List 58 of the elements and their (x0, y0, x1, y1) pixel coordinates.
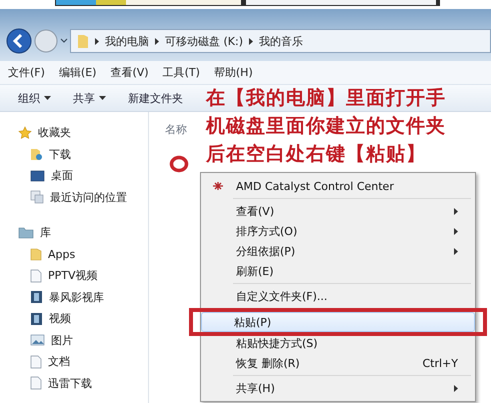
menu-item[interactable]: 查看(V) (203, 201, 473, 221)
folder-icon (30, 247, 42, 262)
address-bar[interactable]: 我的电脑 可移动磁盘 (K:) 我的音乐 (70, 29, 491, 53)
nav-item[interactable]: 图片 (18, 330, 148, 351)
annotation-text: 后在空白处右键【粘贴】 (206, 142, 427, 167)
toolbar-button[interactable]: 新建文件夹 (128, 90, 183, 106)
toolbar-button[interactable]: 组织 (18, 90, 51, 106)
menu-item[interactable]: 排序方式(O) (203, 221, 473, 241)
star-icon (18, 126, 32, 140)
menu-item[interactable]: 工具(T) (162, 65, 200, 80)
menu-item[interactable]: AMD Catalyst Control Center (203, 176, 473, 196)
menu-item[interactable]: 编辑(E) (58, 65, 96, 80)
nav-item[interactable]: 最近访问的位置 (18, 186, 148, 208)
recent-places-icon (30, 190, 44, 204)
nav-item[interactable]: 暴风影视库 (18, 286, 148, 308)
menu-item[interactable]: 共享(H) (203, 378, 473, 398)
annotation-text: 机磁盘里面你建立的文件夹 (206, 114, 446, 139)
folder-icon (77, 33, 89, 49)
download-folder-icon (30, 147, 43, 162)
chevron-icon (249, 38, 253, 44)
desktop-icon (30, 170, 45, 182)
nav-item[interactable]: 迅雷下载 (18, 372, 148, 394)
annotation-text: 在【我的电脑】里面打开手 (206, 86, 446, 111)
nav-item[interactable]: 下载 (18, 144, 148, 165)
menu-item[interactable]: 恢复 删除(R) Ctrl+Y (203, 353, 473, 373)
menu-item[interactable]: 粘贴(P) (201, 312, 475, 332)
menu-item[interactable]: 刷新(E) (203, 261, 473, 281)
circle-mark (169, 155, 189, 173)
nav-item[interactable]: 桌面 (18, 165, 148, 186)
menu-item[interactable]: 自定义文件夹(F)... (203, 286, 473, 306)
nav-item[interactable]: 视频 (18, 308, 148, 330)
back-button[interactable] (6, 28, 32, 54)
folder-icon (18, 226, 34, 240)
menu-item[interactable]: 文件(F) (8, 65, 45, 80)
amd-icon (212, 181, 224, 191)
image-icon (30, 334, 45, 346)
shortcut-text: Ctrl+Y (422, 356, 458, 370)
breadcrumb[interactable]: 我的电脑 (105, 34, 149, 48)
column-header[interactable]: 名称 (165, 123, 187, 136)
menu-item[interactable]: 查看(V) (110, 65, 149, 80)
nav-item[interactable]: Apps (18, 244, 148, 265)
nav-group[interactable]: 库 (18, 222, 148, 244)
menu-item[interactable]: 粘贴快捷方式(S) (203, 333, 473, 353)
document-icon (30, 354, 42, 369)
menu-item[interactable]: 分组依据(P) (203, 241, 473, 261)
breadcrumb[interactable]: 可移动磁盘 (K:) (165, 34, 243, 48)
document-icon (30, 376, 42, 390)
breadcrumb[interactable]: 我的音乐 (259, 34, 303, 48)
film-icon (30, 290, 43, 304)
chevron-icon (95, 38, 99, 44)
nav-group[interactable]: 收藏夹 (18, 122, 148, 144)
film-icon (30, 312, 43, 326)
nav-item[interactable]: PPTV视频 (18, 265, 148, 286)
menu-item[interactable]: 帮助(H) (214, 65, 253, 80)
nav-item[interactable]: 文档 (18, 351, 148, 372)
document-icon (30, 268, 42, 283)
toolbar-button[interactable]: 共享 (73, 90, 106, 106)
chevron-icon (155, 38, 159, 44)
